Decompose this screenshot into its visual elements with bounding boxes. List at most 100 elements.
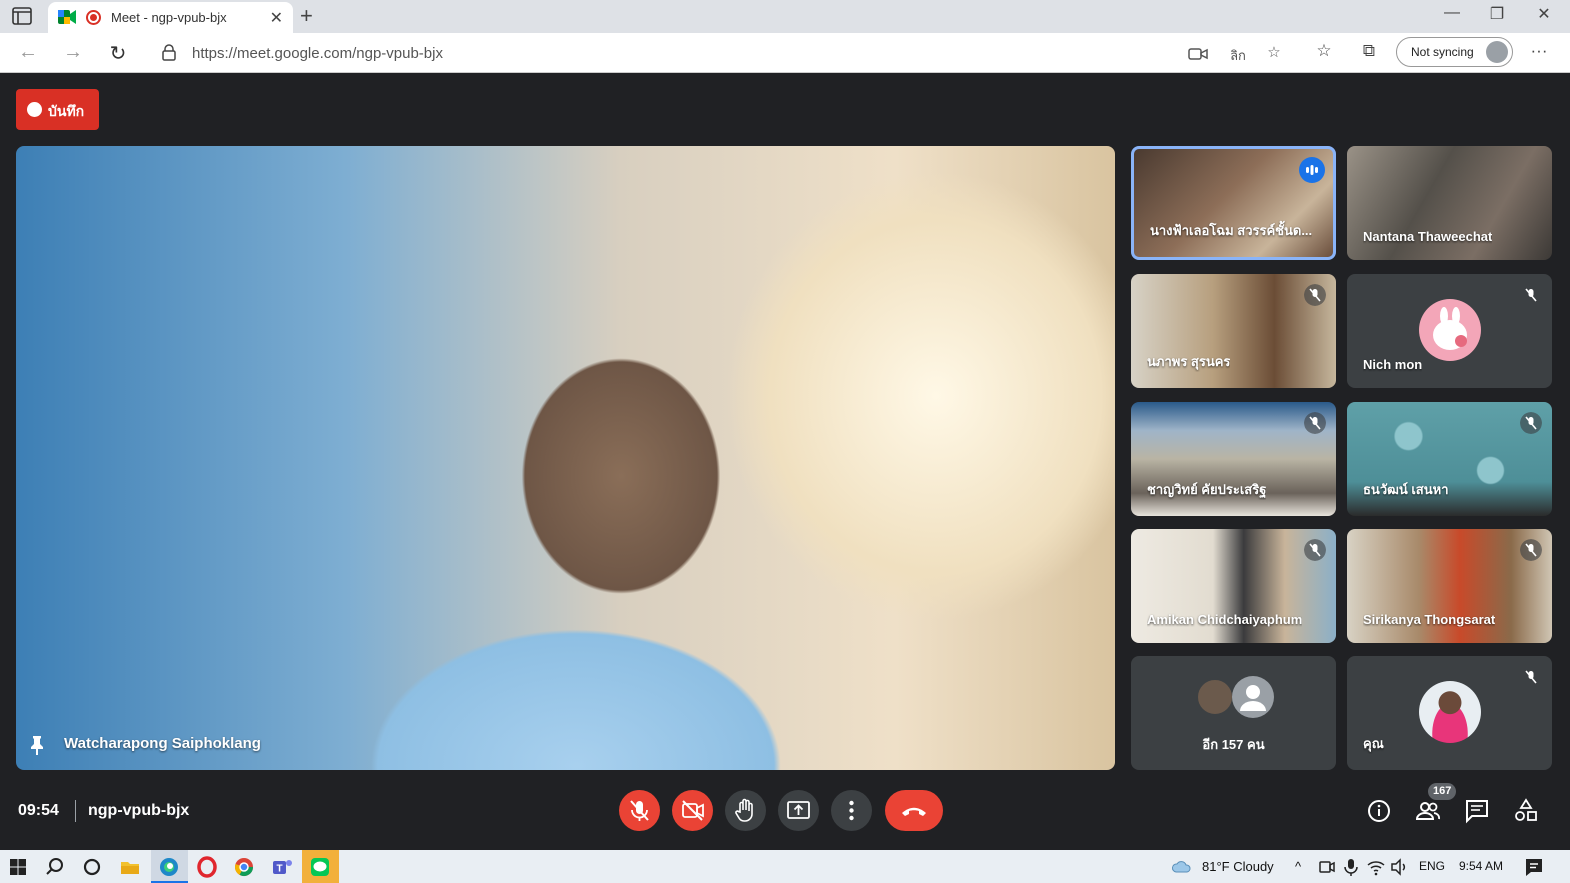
tab-actions-icon[interactable] (12, 7, 32, 25)
recording-indicator-icon (86, 10, 101, 25)
main-speaker-video[interactable]: Watcharapong Saiphoklang (16, 146, 1115, 770)
present-screen-button[interactable] (778, 790, 819, 831)
chrome-icon[interactable] (232, 855, 256, 879)
address-bar: ← → ↻ https://meet.google.com/ngp-vpub-b… (0, 33, 1570, 73)
recording-label: บันทึก (48, 103, 85, 119)
participant-name: Amikan Chidchaiyaphum (1147, 612, 1303, 627)
more-options-button[interactable] (831, 790, 872, 831)
self-avatar (1419, 681, 1481, 743)
file-explorer-icon[interactable] (118, 855, 142, 879)
opera-icon[interactable] (195, 855, 219, 879)
participant-name: ธนวัฒน์ เสนหา (1363, 482, 1449, 497)
meet-favicon-icon (58, 10, 76, 24)
leave-call-button[interactable] (885, 790, 943, 831)
main-speaker-name: Watcharapong Saiphoklang (64, 735, 261, 752)
refresh-icon[interactable]: ↻ (104, 41, 132, 66)
favorites-icon[interactable]: ☆ (1311, 41, 1337, 61)
participant-avatar (1419, 299, 1481, 361)
participant-count-badge: 167 (1428, 783, 1457, 800)
tab-close-icon[interactable]: ✕ (270, 8, 283, 28)
more-vertical-icon (849, 800, 854, 821)
microphone-icon[interactable] (1341, 857, 1361, 877)
present-icon (787, 801, 810, 819)
profile-sync-button[interactable]: Not syncing (1396, 37, 1513, 67)
participant-tile[interactable]: ชาญวิทย์ คัยประเสริฐ (1131, 402, 1336, 516)
more-participants-label: อีก 157 คน (1202, 737, 1265, 752)
chat-icon[interactable] (1464, 798, 1490, 824)
camera-toggle-button[interactable] (672, 790, 713, 831)
meeting-info-icon[interactable] (1366, 798, 1392, 824)
people-icon[interactable] (1415, 798, 1441, 824)
restore-button[interactable]: ❐ (1482, 4, 1512, 24)
more-participants-tile[interactable]: อีก 157 คน (1131, 656, 1336, 770)
edge-icon (160, 858, 178, 876)
svg-text:T: T (276, 864, 282, 875)
settings-more-icon[interactable]: ··· (1526, 41, 1552, 61)
participant-tile[interactable]: Nich mon (1347, 274, 1552, 388)
new-tab-button[interactable]: + (300, 3, 313, 29)
mic-off-icon (1304, 539, 1326, 561)
taskbar-clock[interactable]: 9:54 AM (1459, 859, 1503, 873)
search-icon[interactable] (43, 855, 67, 879)
mic-off-icon (1304, 412, 1326, 434)
notifications-icon[interactable] (1523, 856, 1545, 878)
self-name: คุณ (1363, 736, 1384, 751)
wifi-icon[interactable] (1366, 857, 1386, 877)
browser-tab-meet[interactable]: Meet - ngp-vpub-bjx ✕ (48, 2, 293, 33)
os-taskbar: T 81°F Cloudy ^ ENG 9:54 AM (0, 850, 1570, 883)
participant-tile[interactable]: ธนวัฒน์ เสนหา (1347, 402, 1552, 516)
forward-icon[interactable]: → (59, 41, 87, 64)
hang-up-icon (902, 807, 926, 816)
close-window-button[interactable]: ✕ (1529, 4, 1559, 24)
camera-off-icon (682, 800, 704, 821)
collections-icon[interactable]: ⧉ (1356, 41, 1382, 61)
profile-avatar (1486, 41, 1508, 63)
weather-text[interactable]: 81°F Cloudy (1202, 859, 1274, 874)
participant-name: Sirikanya Thongsarat (1363, 612, 1496, 627)
url-field[interactable]: https://meet.google.com/ngp-vpub-bjx ลิก… (148, 38, 1296, 68)
mic-off-icon (1525, 670, 1537, 684)
mic-off-icon (1520, 412, 1542, 434)
meet-now-icon[interactable] (1317, 857, 1337, 877)
volume-icon[interactable] (1389, 857, 1409, 877)
url-text[interactable]: https://meet.google.com/ngp-vpub-bjx (192, 45, 443, 62)
mic-off-icon (1304, 284, 1326, 306)
sync-label: Not syncing (1411, 45, 1474, 59)
hand-icon (735, 798, 753, 822)
lock-icon[interactable] (162, 44, 176, 61)
meeting-code: ngp-vpub-bjx (88, 802, 190, 819)
pin-icon[interactable] (26, 734, 48, 756)
participant-tile[interactable]: นางฟ้าเลอโฉม สวรรค์ชั้นด... (1131, 146, 1336, 260)
tab-title: Meet - ngp-vpub-bjx (111, 10, 227, 25)
participant-avatar (1196, 678, 1234, 716)
add-favorite-icon[interactable]: ☆ (1262, 43, 1286, 61)
recording-badge[interactable]: บันทึก (16, 89, 99, 130)
show-hidden-icons-icon[interactable]: ^ (1295, 859, 1301, 874)
minimize-button[interactable]: — (1437, 4, 1467, 22)
windows-start-icon[interactable] (6, 855, 30, 879)
translate-icon[interactable]: ลิก (1226, 45, 1250, 66)
raise-hand-button[interactable] (725, 790, 766, 831)
camera-permission-icon[interactable] (1188, 46, 1208, 62)
speaking-indicator-icon (1299, 157, 1325, 183)
edge-taskbar-item[interactable] (151, 850, 188, 883)
teams-icon[interactable]: T (270, 855, 294, 879)
participant-tile[interactable]: Nantana Thaweechat (1347, 146, 1552, 260)
activities-icon[interactable] (1513, 798, 1539, 824)
mic-toggle-button[interactable] (619, 790, 660, 831)
line-taskbar-item[interactable] (302, 850, 339, 883)
participant-tile[interactable]: Amikan Chidchaiyaphum (1131, 529, 1336, 643)
input-language[interactable]: ENG (1419, 859, 1445, 873)
weather-cloudy-icon[interactable] (1170, 855, 1194, 879)
tab-bar: Meet - ngp-vpub-bjx ✕ + — ❐ ✕ (0, 0, 1570, 33)
participant-tile[interactable]: Sirikanya Thongsarat (1347, 529, 1552, 643)
participant-tile[interactable]: นภาพร สุรนคร (1131, 274, 1336, 388)
mic-off-icon (1525, 288, 1537, 302)
back-icon[interactable]: ← (14, 41, 42, 64)
participant-name: นภาพร สุรนคร (1147, 354, 1231, 369)
line-app-icon (311, 858, 329, 876)
record-dot-icon (27, 102, 42, 117)
cortana-icon[interactable] (80, 855, 104, 879)
self-tile[interactable]: คุณ (1347, 656, 1552, 770)
meeting-controls-bar: 09:54 ngp-vpub-bjx 167 (0, 778, 1570, 846)
